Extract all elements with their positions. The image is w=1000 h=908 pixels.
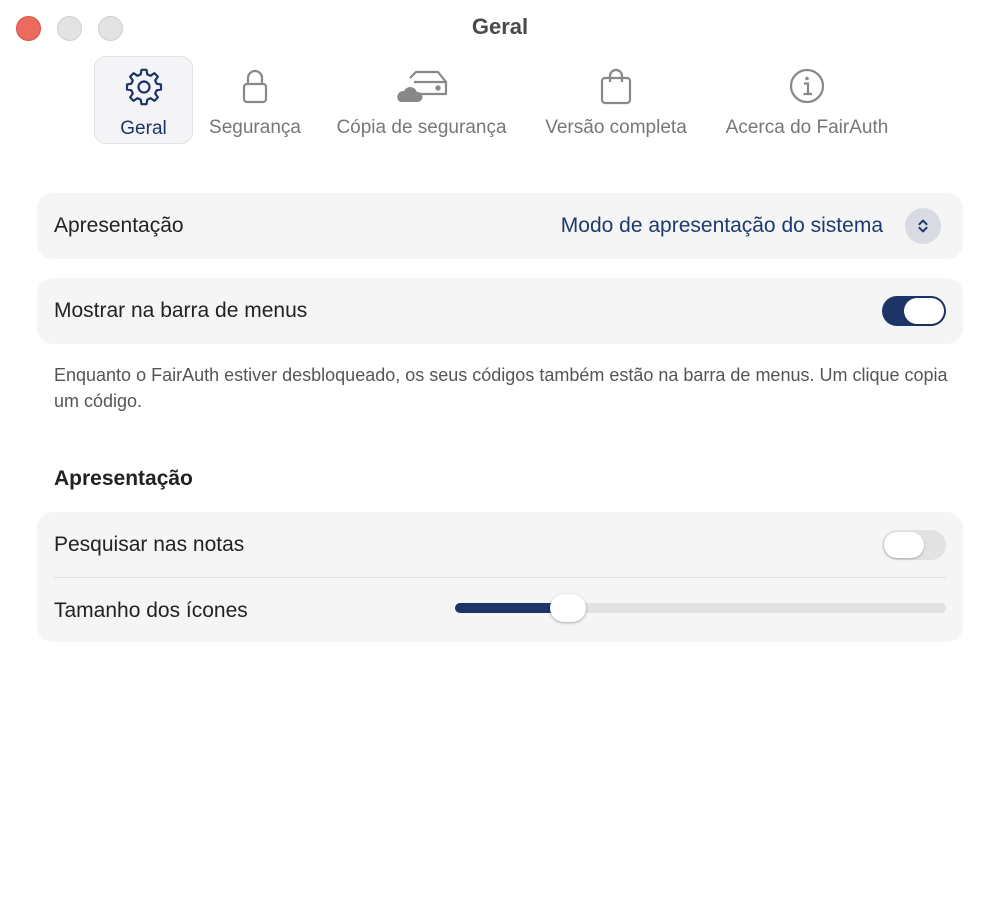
search-notes-toggle[interactable] xyxy=(882,530,946,560)
chevron-up-down-icon[interactable] xyxy=(905,208,941,244)
search-notes-row: Pesquisar nas notas xyxy=(37,512,963,578)
settings-toolbar: Geral Segurança Cópia de segurança Versã… xyxy=(0,56,1000,146)
menubar-card: Mostrar na barra de menus xyxy=(37,278,963,344)
menubar-toggle[interactable] xyxy=(882,296,946,326)
gear-icon xyxy=(124,57,164,112)
tab-security[interactable]: Segurança xyxy=(203,56,307,144)
tab-about[interactable]: Acerca do FairAuth xyxy=(716,56,898,144)
search-notes-label: Pesquisar nas notas xyxy=(54,533,245,556)
appearance-card: Apresentação Modo de apresentação do sis… xyxy=(37,193,963,259)
shopping-bag-icon xyxy=(596,56,636,111)
title-bar: Geral xyxy=(0,0,1000,56)
lock-icon xyxy=(235,56,275,111)
menubar-help-text: Enquanto o FairAuth estiver desbloqueado… xyxy=(54,365,948,411)
tab-backup[interactable]: Cópia de segurança xyxy=(326,56,517,144)
icon-size-slider[interactable] xyxy=(455,594,946,622)
cloud-drive-icon xyxy=(394,56,450,111)
info-icon xyxy=(787,56,827,111)
appearance-popup-value[interactable]: Modo de apresentação do sistema xyxy=(561,214,883,238)
tab-general-label: Geral xyxy=(120,118,167,139)
tab-backup-label: Cópia de segurança xyxy=(336,117,507,138)
tab-general[interactable]: Geral xyxy=(94,56,193,144)
tab-full-version-label: Versão completa xyxy=(545,117,687,138)
tab-full-version[interactable]: Versão completa xyxy=(536,56,696,144)
section-title-presentation: Apresentação xyxy=(54,467,193,490)
window-title: Geral xyxy=(471,14,529,39)
tab-about-label: Acerca do FairAuth xyxy=(725,117,889,138)
appearance-row[interactable]: Apresentação Modo de apresentação do sis… xyxy=(37,193,963,259)
appearance-label: Apresentação xyxy=(54,214,184,237)
slider-thumb[interactable] xyxy=(550,594,586,622)
toggle-knob xyxy=(884,532,924,558)
toggle-knob xyxy=(904,298,944,324)
menubar-row: Mostrar na barra de menus xyxy=(37,278,963,344)
tab-security-label: Segurança xyxy=(209,117,301,138)
icon-size-label: Tamanho dos ícones xyxy=(54,599,248,622)
menubar-label: Mostrar na barra de menus xyxy=(54,299,308,322)
presentation-card: Pesquisar nas notas Tamanho dos ícones xyxy=(37,512,963,642)
